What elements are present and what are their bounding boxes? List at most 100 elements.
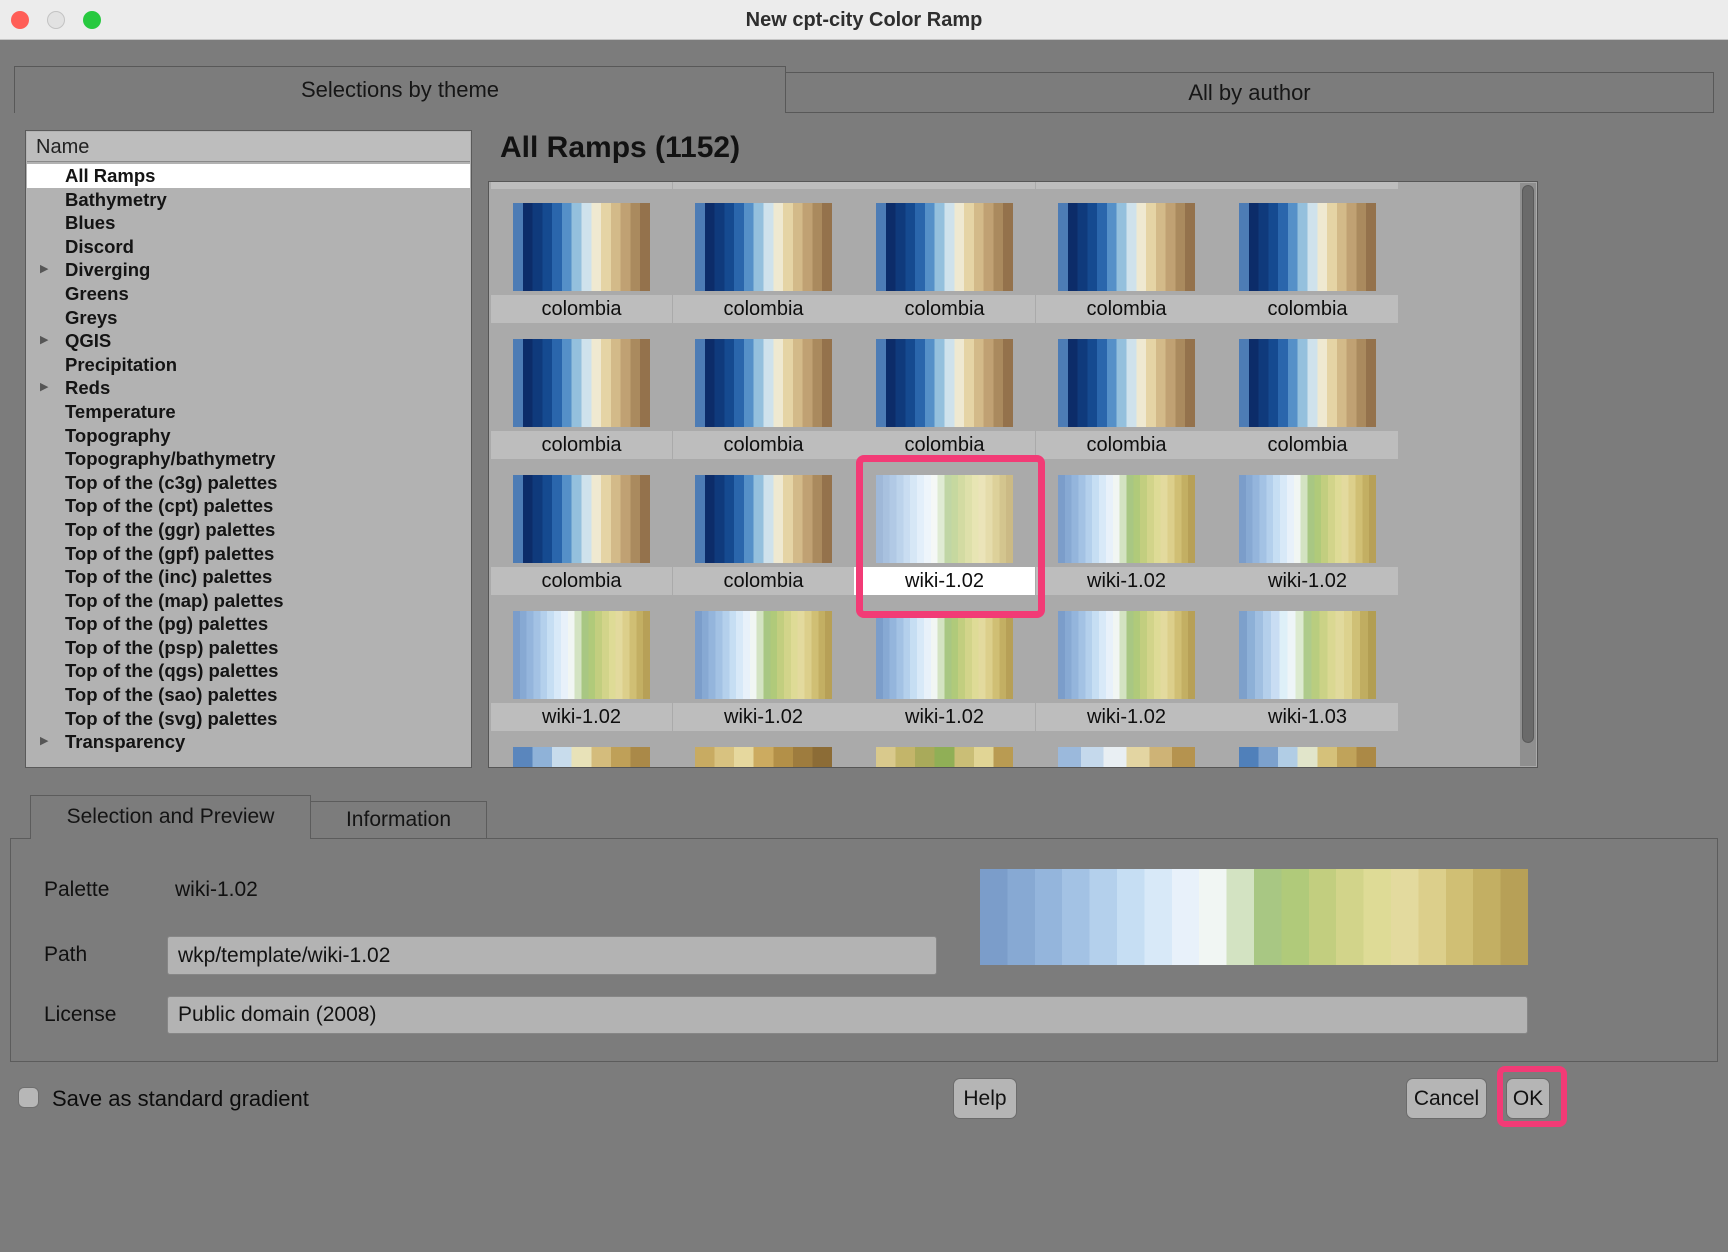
- ramp-swatch-wiki-1.02[interactable]: [695, 611, 832, 699]
- ramp-label[interactable]: colombia: [673, 295, 854, 323]
- tree-item-qgis[interactable]: ▶QGIS: [27, 329, 470, 353]
- ramp-label[interactable]: wiki-...: [1217, 181, 1398, 189]
- ramp-swatch-colombia[interactable]: [695, 475, 832, 563]
- ramp-label[interactable]: colombia: [673, 431, 854, 459]
- tree-item-top-of-the-gpf-palettes[interactable]: Top of the (gpf) palettes: [27, 542, 470, 566]
- tab-selections-by-theme[interactable]: Selections by theme: [14, 66, 786, 113]
- titlebar: New cpt-city Color Ramp: [0, 0, 1728, 40]
- ramp-label[interactable]: colombia: [491, 567, 672, 595]
- tab-all-by-author[interactable]: All by author: [785, 72, 1714, 113]
- tree-item-top-of-the-c3g-palettes[interactable]: Top of the (c3g) palettes: [27, 471, 470, 495]
- ramp-label[interactable]: wiki-...: [673, 181, 854, 189]
- ramp-label[interactable]: colombia: [491, 295, 672, 323]
- tree-item-topography[interactable]: Topography: [27, 424, 470, 448]
- palette-label: Palette: [44, 878, 109, 902]
- expand-arrow-icon[interactable]: ▶: [40, 730, 48, 754]
- ramp-swatch-colombia[interactable]: [1058, 339, 1195, 427]
- ramp-swatch-partial3[interactable]: [876, 747, 1013, 768]
- tree-item-label: Top of the (qgs) palettes: [65, 659, 278, 683]
- tree-item-top-of-the-cpt-palettes[interactable]: Top of the (cpt) palettes: [27, 494, 470, 518]
- tree-item-discord[interactable]: Discord: [27, 235, 470, 259]
- ramp-grid: wiki-...wiki-...wiki-...wiki-...wiki-...…: [489, 182, 1520, 767]
- ramp-label[interactable]: wiki-1.02: [1036, 567, 1217, 595]
- ramp-label[interactable]: colombia: [1217, 431, 1398, 459]
- ramp-swatch-colombia[interactable]: [876, 339, 1013, 427]
- ramp-swatch-colombia[interactable]: [513, 339, 650, 427]
- help-button[interactable]: Help: [953, 1078, 1017, 1119]
- ramp-label[interactable]: wiki-1.03: [1217, 703, 1398, 731]
- tree-item-greens[interactable]: Greens: [27, 282, 470, 306]
- ramp-swatch-colombia[interactable]: [513, 475, 650, 563]
- ramp-swatch-colombia[interactable]: [695, 339, 832, 427]
- ramp-swatch-wiki-1.02[interactable]: [1239, 475, 1376, 563]
- ramp-label[interactable]: wiki-1.02: [854, 703, 1035, 731]
- ramp-swatch-partial4[interactable]: [1058, 747, 1195, 768]
- ramp-swatch-colombia[interactable]: [695, 203, 832, 291]
- tree-item-blues[interactable]: Blues: [27, 211, 470, 235]
- ramp-swatch-partial1[interactable]: [513, 747, 650, 768]
- tree-item-top-of-the-inc-palettes[interactable]: Top of the (inc) palettes: [27, 565, 470, 589]
- ramp-swatch-colombia[interactable]: [513, 203, 650, 291]
- tree-item-precipitation[interactable]: Precipitation: [27, 353, 470, 377]
- tree-item-label: Topography: [65, 424, 171, 448]
- tree-item-greys[interactable]: Greys: [27, 306, 470, 330]
- window-title: New cpt-city Color Ramp: [0, 0, 1728, 40]
- ramp-swatch-wiki-1.02[interactable]: [1058, 611, 1195, 699]
- ramp-label[interactable]: wiki-1.02: [1036, 703, 1217, 731]
- ramp-label[interactable]: wiki-1.02: [491, 703, 672, 731]
- tree-item-label: Greys: [65, 306, 117, 330]
- ramp-swatch-wiki-1.02[interactable]: [876, 475, 1013, 563]
- ramp-swatch-wiki-1.02[interactable]: [1058, 475, 1195, 563]
- license-input[interactable]: [167, 996, 1528, 1034]
- tree-item-top-of-the-pg-palettes[interactable]: Top of the (pg) palettes: [27, 612, 470, 636]
- ok-button[interactable]: OK: [1506, 1078, 1550, 1119]
- expand-arrow-icon[interactable]: ▶: [40, 376, 48, 400]
- tree-item-label: Top of the (cpt) palettes: [65, 494, 273, 518]
- expand-arrow-icon[interactable]: ▶: [40, 258, 48, 282]
- tree-item-topography-bathymetry[interactable]: Topography/bathymetry: [27, 447, 470, 471]
- tree-item-top-of-the-psp-palettes[interactable]: Top of the (psp) palettes: [27, 636, 470, 660]
- tree-item-temperature[interactable]: Temperature: [27, 400, 470, 424]
- ramp-swatch-colombia[interactable]: [1058, 203, 1195, 291]
- ramp-label[interactable]: colombia: [854, 295, 1035, 323]
- tab-selection-and-preview[interactable]: Selection and Preview: [30, 795, 311, 839]
- tree-item-top-of-the-svg-palettes[interactable]: Top of the (svg) palettes: [27, 707, 470, 731]
- ramp-label[interactable]: wiki-...: [491, 181, 672, 189]
- tree-item-all-ramps[interactable]: All Ramps: [27, 164, 470, 188]
- tab-information[interactable]: Information: [310, 801, 487, 839]
- ramp-label[interactable]: wiki-1.02: [673, 703, 854, 731]
- ramp-swatch-partial2[interactable]: [695, 747, 832, 768]
- expand-arrow-icon[interactable]: ▶: [40, 329, 48, 353]
- ramp-label[interactable]: colombia: [491, 431, 672, 459]
- ramp-label[interactable]: colombia: [673, 567, 854, 595]
- ramp-label[interactable]: wiki-1.02: [854, 567, 1035, 595]
- ramp-label[interactable]: wiki-1.02: [1217, 567, 1398, 595]
- ramp-label[interactable]: colombia: [1217, 295, 1398, 323]
- ramp-label[interactable]: colombia: [1036, 295, 1217, 323]
- tree-item-transparency[interactable]: ▶Transparency: [27, 730, 470, 754]
- ramp-swatch-colombia[interactable]: [876, 203, 1013, 291]
- ramp-swatch-colombia[interactable]: [1239, 339, 1376, 427]
- cancel-button[interactable]: Cancel: [1406, 1078, 1487, 1119]
- ramp-swatch-partial5[interactable]: [1239, 747, 1376, 768]
- tree-item-top-of-the-sao-palettes[interactable]: Top of the (sao) palettes: [27, 683, 470, 707]
- path-input[interactable]: [167, 936, 937, 975]
- ramp-swatch-wiki-1.02[interactable]: [513, 611, 650, 699]
- tree-item-top-of-the-qgs-palettes[interactable]: Top of the (qgs) palettes: [27, 659, 470, 683]
- grid-scrollbar-thumb[interactable]: [1522, 185, 1534, 743]
- ramp-swatch-colombia[interactable]: [1239, 203, 1376, 291]
- tree-item-top-of-the-ggr-palettes[interactable]: Top of the (ggr) palettes: [27, 518, 470, 542]
- ramp-label[interactable]: colombia: [1036, 431, 1217, 459]
- ramp-label[interactable]: colombia: [854, 431, 1035, 459]
- ramp-grid-panel: wiki-...wiki-...wiki-...wiki-...wiki-...…: [488, 181, 1538, 768]
- ramp-label[interactable]: wiki-...: [854, 181, 1035, 189]
- tree-item-diverging[interactable]: ▶Diverging: [27, 258, 470, 282]
- ramp-label[interactable]: wiki-...: [1036, 181, 1217, 189]
- tree-item-bathymetry[interactable]: Bathymetry: [27, 188, 470, 212]
- tree-item-reds[interactable]: ▶ Reds: [27, 376, 470, 400]
- tree-item-label: Reds: [65, 376, 110, 400]
- ramp-swatch-wiki-1.03[interactable]: [1239, 611, 1376, 699]
- ramp-swatch-wiki-1.02[interactable]: [876, 611, 1013, 699]
- tree-item-top-of-the-map-palettes[interactable]: Top of the (map) palettes: [27, 589, 470, 613]
- save-gradient-checkbox[interactable]: [18, 1087, 39, 1108]
